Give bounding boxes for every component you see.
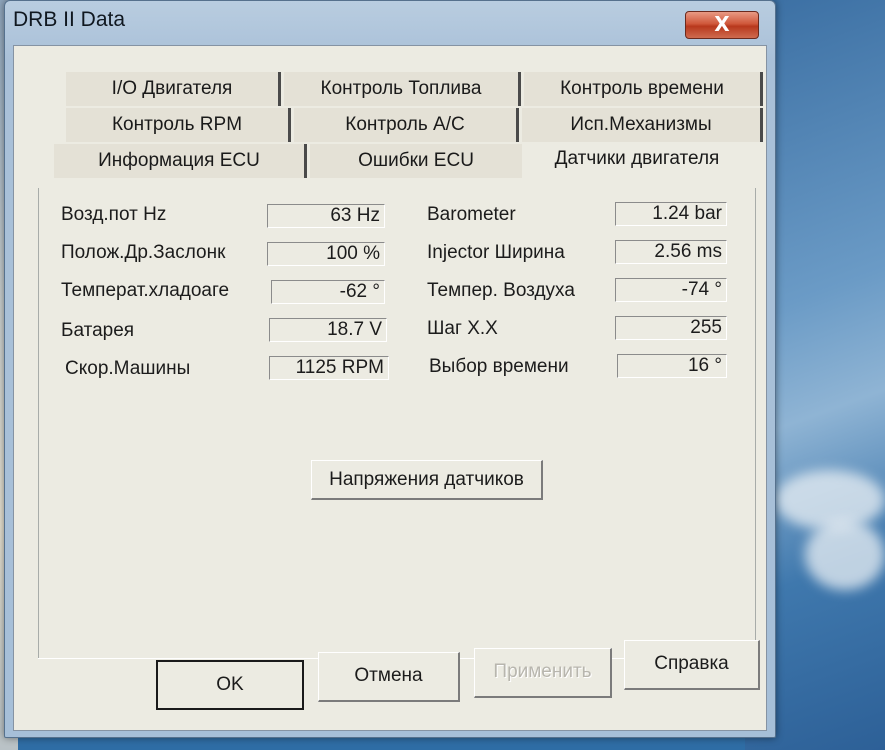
tab-io-engine[interactable]: I/O Двигателя (66, 72, 281, 106)
battery-value: 18.7 V (269, 318, 387, 342)
drb-dialog-window: DRB II Data X I/O Двигателя Контроль Топ… (4, 0, 776, 738)
tab-ecu-info[interactable]: Информация ECU (54, 144, 307, 178)
window-title: DRB II Data (13, 8, 126, 31)
tab-actuators[interactable]: Исп.Механизмы (522, 108, 763, 142)
tab-ecu-errors[interactable]: Ошибки ECU (310, 144, 525, 178)
vehicle-speed-value: 1125 RPM (269, 356, 389, 380)
airflow-value: 63 Hz (267, 204, 385, 228)
sensor-voltages-button[interactable]: Напряжения датчиков (311, 460, 543, 500)
timing-advance-value: 16 ° (617, 354, 727, 378)
idle-step-value: 255 (615, 316, 727, 340)
apply-button[interactable]: Применить (474, 648, 612, 698)
tab-timing-control[interactable]: Контроль времени (524, 72, 763, 106)
throttle-position-value: 100 % (267, 242, 385, 266)
battery-label: Батарея (61, 320, 135, 341)
coolant-temp-value: -62 ° (271, 280, 385, 304)
tab-ac-control[interactable]: Контроль A/C (294, 108, 519, 142)
engine-sensors-panel: Возд.пот Hz 63 Hz Полож.Др.Заслонк 100 %… (38, 188, 756, 659)
close-icon: X (714, 12, 730, 36)
barometer-value: 1.24 bar (615, 202, 727, 226)
tab-engine-sensors[interactable]: Датчики двигателя (522, 142, 752, 188)
tab-rpm-control[interactable]: Контроль RPM (66, 108, 291, 142)
dialog-client-area: I/O Двигателя Контроль Топлива Контроль … (13, 45, 767, 731)
injector-width-label: Injector Ширина (427, 242, 565, 263)
close-button[interactable]: X (685, 11, 759, 39)
injector-width-value: 2.56 ms (615, 240, 727, 264)
timing-advance-label: Выбор времени (429, 356, 569, 377)
airflow-label: Возд.пот Hz (61, 204, 167, 225)
coolant-temp-label: Температ.хладоаге (61, 280, 230, 301)
vehicle-speed-label: Скор.Машины (65, 358, 191, 379)
tab-strip: I/O Двигателя Контроль Топлива Контроль … (14, 46, 766, 188)
barometer-label: Barometer (427, 204, 516, 225)
intake-air-temp-value: -74 ° (615, 278, 727, 302)
tab-fuel-control[interactable]: Контроль Топлива (284, 72, 521, 106)
cancel-button[interactable]: Отмена (318, 652, 460, 702)
throttle-position-label: Полож.Др.Заслонк (61, 242, 226, 263)
idle-step-label: Шаг X.X (427, 318, 498, 339)
ok-button[interactable]: OK (156, 660, 304, 710)
intake-air-temp-label: Темпер. Воздуха (427, 280, 575, 301)
help-button[interactable]: Справка (624, 640, 760, 690)
